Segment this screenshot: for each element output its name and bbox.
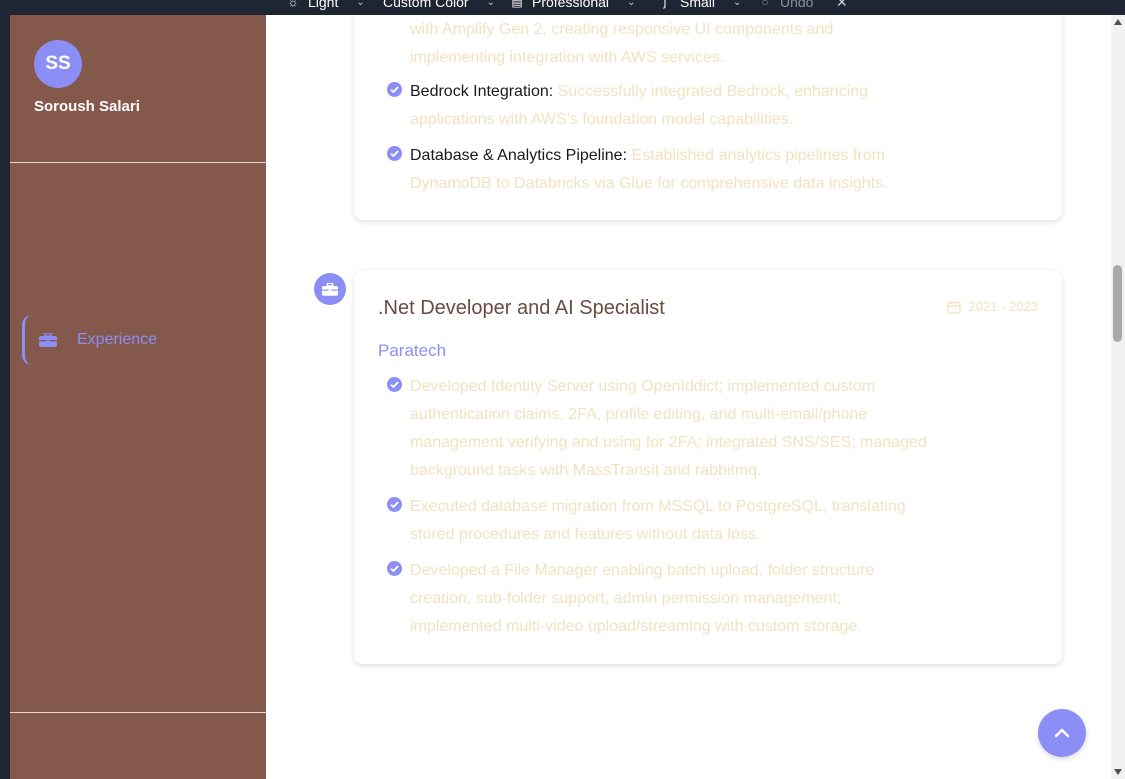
scrollbar-thumb[interactable]	[1113, 265, 1122, 342]
layout-icon: ▤	[511, 0, 523, 9]
sidebar-item-label: Experience	[77, 331, 158, 348]
main-content: with Amplify Gen 2, creating responsive …	[266, 15, 1111, 779]
sidebar: SS Soroush Salari Experience	[10, 15, 266, 779]
size-selector[interactable]: ʃ Small ⌄	[658, 0, 742, 12]
job-title: .Net Developer and AI Specialist	[378, 297, 665, 319]
job-dates: 2021 - 2023	[946, 299, 1038, 314]
style-label: Professional	[532, 0, 610, 10]
company-name: Paratech	[378, 341, 447, 360]
check-circle-icon	[387, 561, 402, 576]
color-label: Custom Color	[383, 0, 469, 10]
list-item: with Amplify Gen 2, creating responsive …	[410, 16, 930, 72]
chevron-down-icon: ⌄	[486, 0, 495, 8]
color-selector[interactable]: Custom Color ⌄	[383, 0, 495, 12]
bullet-text: Executed database migration from MSSQL t…	[410, 498, 906, 543]
job-date-text: 2021 - 2023	[968, 299, 1038, 314]
list-item: Database & Analytics Pipeline: Establish…	[387, 142, 930, 198]
chevron-down-icon: ⌄	[733, 0, 742, 8]
sidebar-divider	[10, 712, 266, 713]
sidebar-divider	[10, 162, 266, 163]
list-item: Developed Identity Server using OpenIddi…	[387, 373, 930, 485]
timeline-briefcase-badge	[314, 273, 346, 305]
size-label: Small	[680, 0, 716, 10]
chevron-down-icon: ⌄	[356, 0, 365, 8]
theme-label: Light	[308, 0, 339, 10]
top-toolbar: ☼ Light ⌄ Custom Color ⌄ ▤ Professional …	[0, 0, 1125, 15]
undo-button[interactable]: ○ Undo	[758, 0, 813, 12]
undo-icon: ○	[761, 0, 769, 9]
experience-card: .Net Developer and AI Specialist 2021 - …	[354, 270, 1062, 664]
scrollbar[interactable]	[1111, 15, 1125, 779]
check-circle-icon	[387, 82, 402, 97]
bullet-title: Bedrock Integration:	[410, 83, 554, 100]
chevron-down-icon: ⌄	[627, 0, 636, 8]
experience-card: with Amplify Gen 2, creating responsive …	[354, 15, 1062, 220]
scroll-down-arrow-icon[interactable]	[1114, 769, 1122, 775]
sidebar-item-experience[interactable]: Experience	[22, 315, 252, 365]
bullet-text: with Amplify Gen 2, creating responsive …	[410, 21, 834, 66]
sun-icon: ☼	[287, 0, 299, 9]
window-edge	[0, 15, 10, 779]
list-item: Developed a File Manager enabling batch …	[387, 557, 930, 641]
theme-selector[interactable]: ☼ Light ⌄	[286, 0, 365, 12]
calendar-icon	[946, 300, 961, 314]
list-item: Bedrock Integration: Successfully integr…	[387, 78, 930, 134]
scroll-up-arrow-icon[interactable]	[1114, 19, 1122, 25]
bullet-title: Database & Analytics Pipeline:	[410, 147, 628, 164]
close-button[interactable]: ✕	[836, 0, 848, 12]
text-size-icon: ʃ	[663, 0, 667, 9]
back-to-top-button[interactable]	[1038, 709, 1086, 757]
avatar: SS	[34, 40, 82, 88]
check-circle-icon	[387, 146, 402, 161]
bullet-text: Developed a File Manager enabling batch …	[410, 562, 875, 635]
close-icon: ✕	[836, 0, 848, 10]
briefcase-icon	[322, 282, 338, 296]
style-selector[interactable]: ▤ Professional ⌄	[510, 0, 635, 12]
check-circle-icon	[387, 377, 402, 392]
bullet-text: Developed Identity Server using OpenIddi…	[410, 378, 927, 479]
profile-name: Soroush Salari	[34, 98, 140, 115]
briefcase-icon	[39, 333, 57, 347]
list-item: Executed database migration from MSSQL t…	[387, 493, 930, 549]
chevron-up-icon	[1054, 728, 1070, 738]
check-circle-icon	[387, 497, 402, 512]
undo-label: Undo	[780, 0, 814, 10]
